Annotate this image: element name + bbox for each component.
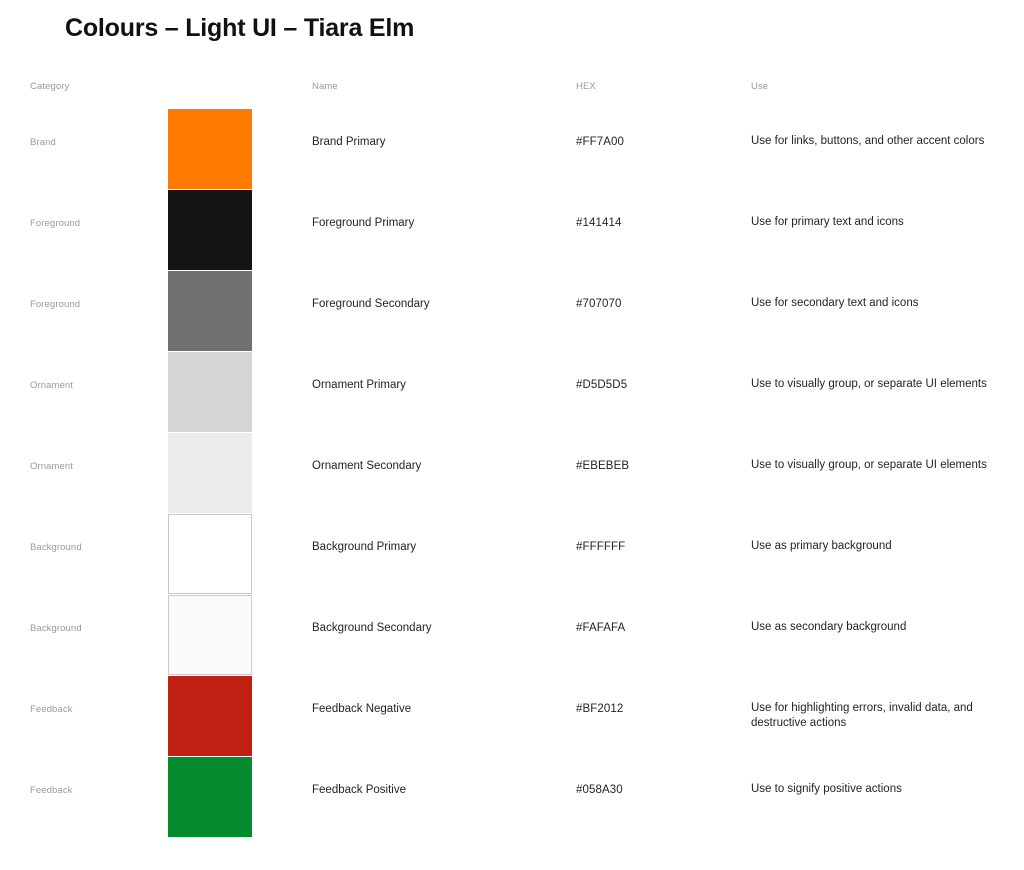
cell-hex[interactable]: #D5D5D5 — [576, 377, 736, 393]
page-title: Colours – Light UI – Tiara Elm — [65, 14, 415, 42]
cell-name: Foreground Primary — [312, 217, 415, 229]
colour-swatch[interactable] — [168, 271, 252, 351]
cell-hex[interactable]: #141414 — [576, 215, 736, 231]
colour-swatch[interactable] — [168, 433, 252, 513]
table-header-row: Category Name HEX Use — [0, 81, 1024, 109]
colour-swatch[interactable] — [168, 676, 252, 756]
table-row: Ornament Ornament Primary #D5D5D5 Use to vi… — [0, 352, 1024, 433]
cell-category: Feedback — [30, 785, 73, 796]
table-row: Background Background Primary #FFFFFF Use a… — [0, 514, 1024, 595]
cell-use: Use as secondary background — [751, 621, 907, 633]
table-body: Brand Brand Primary #FF7A00 Use for links, … — [0, 109, 1024, 838]
cell-hex[interactable]: #BF2012 — [576, 701, 736, 717]
cell-use: Use to visually group, or separate UI el… — [751, 378, 987, 390]
cell-name: Ornament Primary — [312, 379, 406, 391]
cell-category: Ornament — [30, 461, 74, 472]
cell-category: Foreground — [30, 218, 81, 229]
colour-table: Category Name HEX Use Brand Brand Primary… — [0, 81, 1024, 838]
table-row: Feedback Feedback Negative #BF2012 Use for … — [0, 676, 1024, 757]
cell-hex[interactable]: #FAFAFA — [576, 620, 736, 636]
cell-hex[interactable]: #058A30 — [576, 782, 736, 798]
colour-swatch[interactable] — [168, 757, 252, 837]
table-row: Foreground Foreground Secondary #707070 Use… — [0, 271, 1024, 352]
cell-name: Feedback Positive — [312, 784, 406, 796]
cell-name: Foreground Secondary — [312, 298, 430, 310]
table-row: Brand Brand Primary #FF7A00 Use for links, … — [0, 109, 1024, 190]
colour-swatch[interactable] — [168, 514, 252, 594]
cell-name: Brand Primary — [312, 136, 386, 148]
cell-hex[interactable]: #FF7A00 — [576, 134, 736, 150]
column-header-name: Name — [312, 81, 338, 92]
cell-use: Use for primary text and icons — [751, 216, 904, 228]
cell-hex[interactable]: #707070 — [576, 296, 736, 312]
cell-category: Background — [30, 623, 82, 634]
cell-name: Feedback Negative — [312, 703, 412, 715]
colour-swatch[interactable] — [168, 595, 252, 675]
column-header-hex: HEX — [576, 81, 596, 92]
cell-category: Feedback — [30, 704, 73, 715]
cell-category: Brand — [30, 137, 56, 148]
table-row: Background Background Secondary #FAFAFA Use… — [0, 595, 1024, 676]
column-header-category: Category — [30, 81, 70, 92]
cell-use: Use to signify positive actions — [751, 783, 902, 795]
cell-name: Background Secondary — [312, 622, 432, 634]
cell-category: Foreground — [30, 299, 81, 310]
cell-use: Use for secondary text and icons — [751, 297, 919, 309]
cell-use: Use for links, buttons, and other accent… — [751, 135, 985, 147]
cell-use: Use to visually group, or separate UI el… — [751, 459, 987, 471]
column-header-use: Use — [751, 81, 769, 92]
cell-use: Use as primary background — [751, 540, 892, 552]
colour-swatch[interactable] — [168, 109, 252, 189]
table-row: Feedback Feedback Positive #058A30 Use to s… — [0, 757, 1024, 838]
cell-name: Background Primary — [312, 541, 417, 553]
cell-hex[interactable]: #FFFFFF — [576, 539, 736, 555]
cell-category: Background — [30, 542, 82, 553]
cell-category: Ornament — [30, 380, 74, 391]
cell-use: Use for highlighting errors, invalid dat… — [751, 702, 973, 729]
cell-name: Ornament Secondary — [312, 460, 422, 472]
table-row: Ornament Ornament Secondary #EBEBEB Use to … — [0, 433, 1024, 514]
colour-swatch[interactable] — [168, 190, 252, 270]
table-row: Foreground Foreground Primary #141414 Use f… — [0, 190, 1024, 271]
cell-hex[interactable]: #EBEBEB — [576, 458, 736, 474]
colour-swatch[interactable] — [168, 352, 252, 432]
